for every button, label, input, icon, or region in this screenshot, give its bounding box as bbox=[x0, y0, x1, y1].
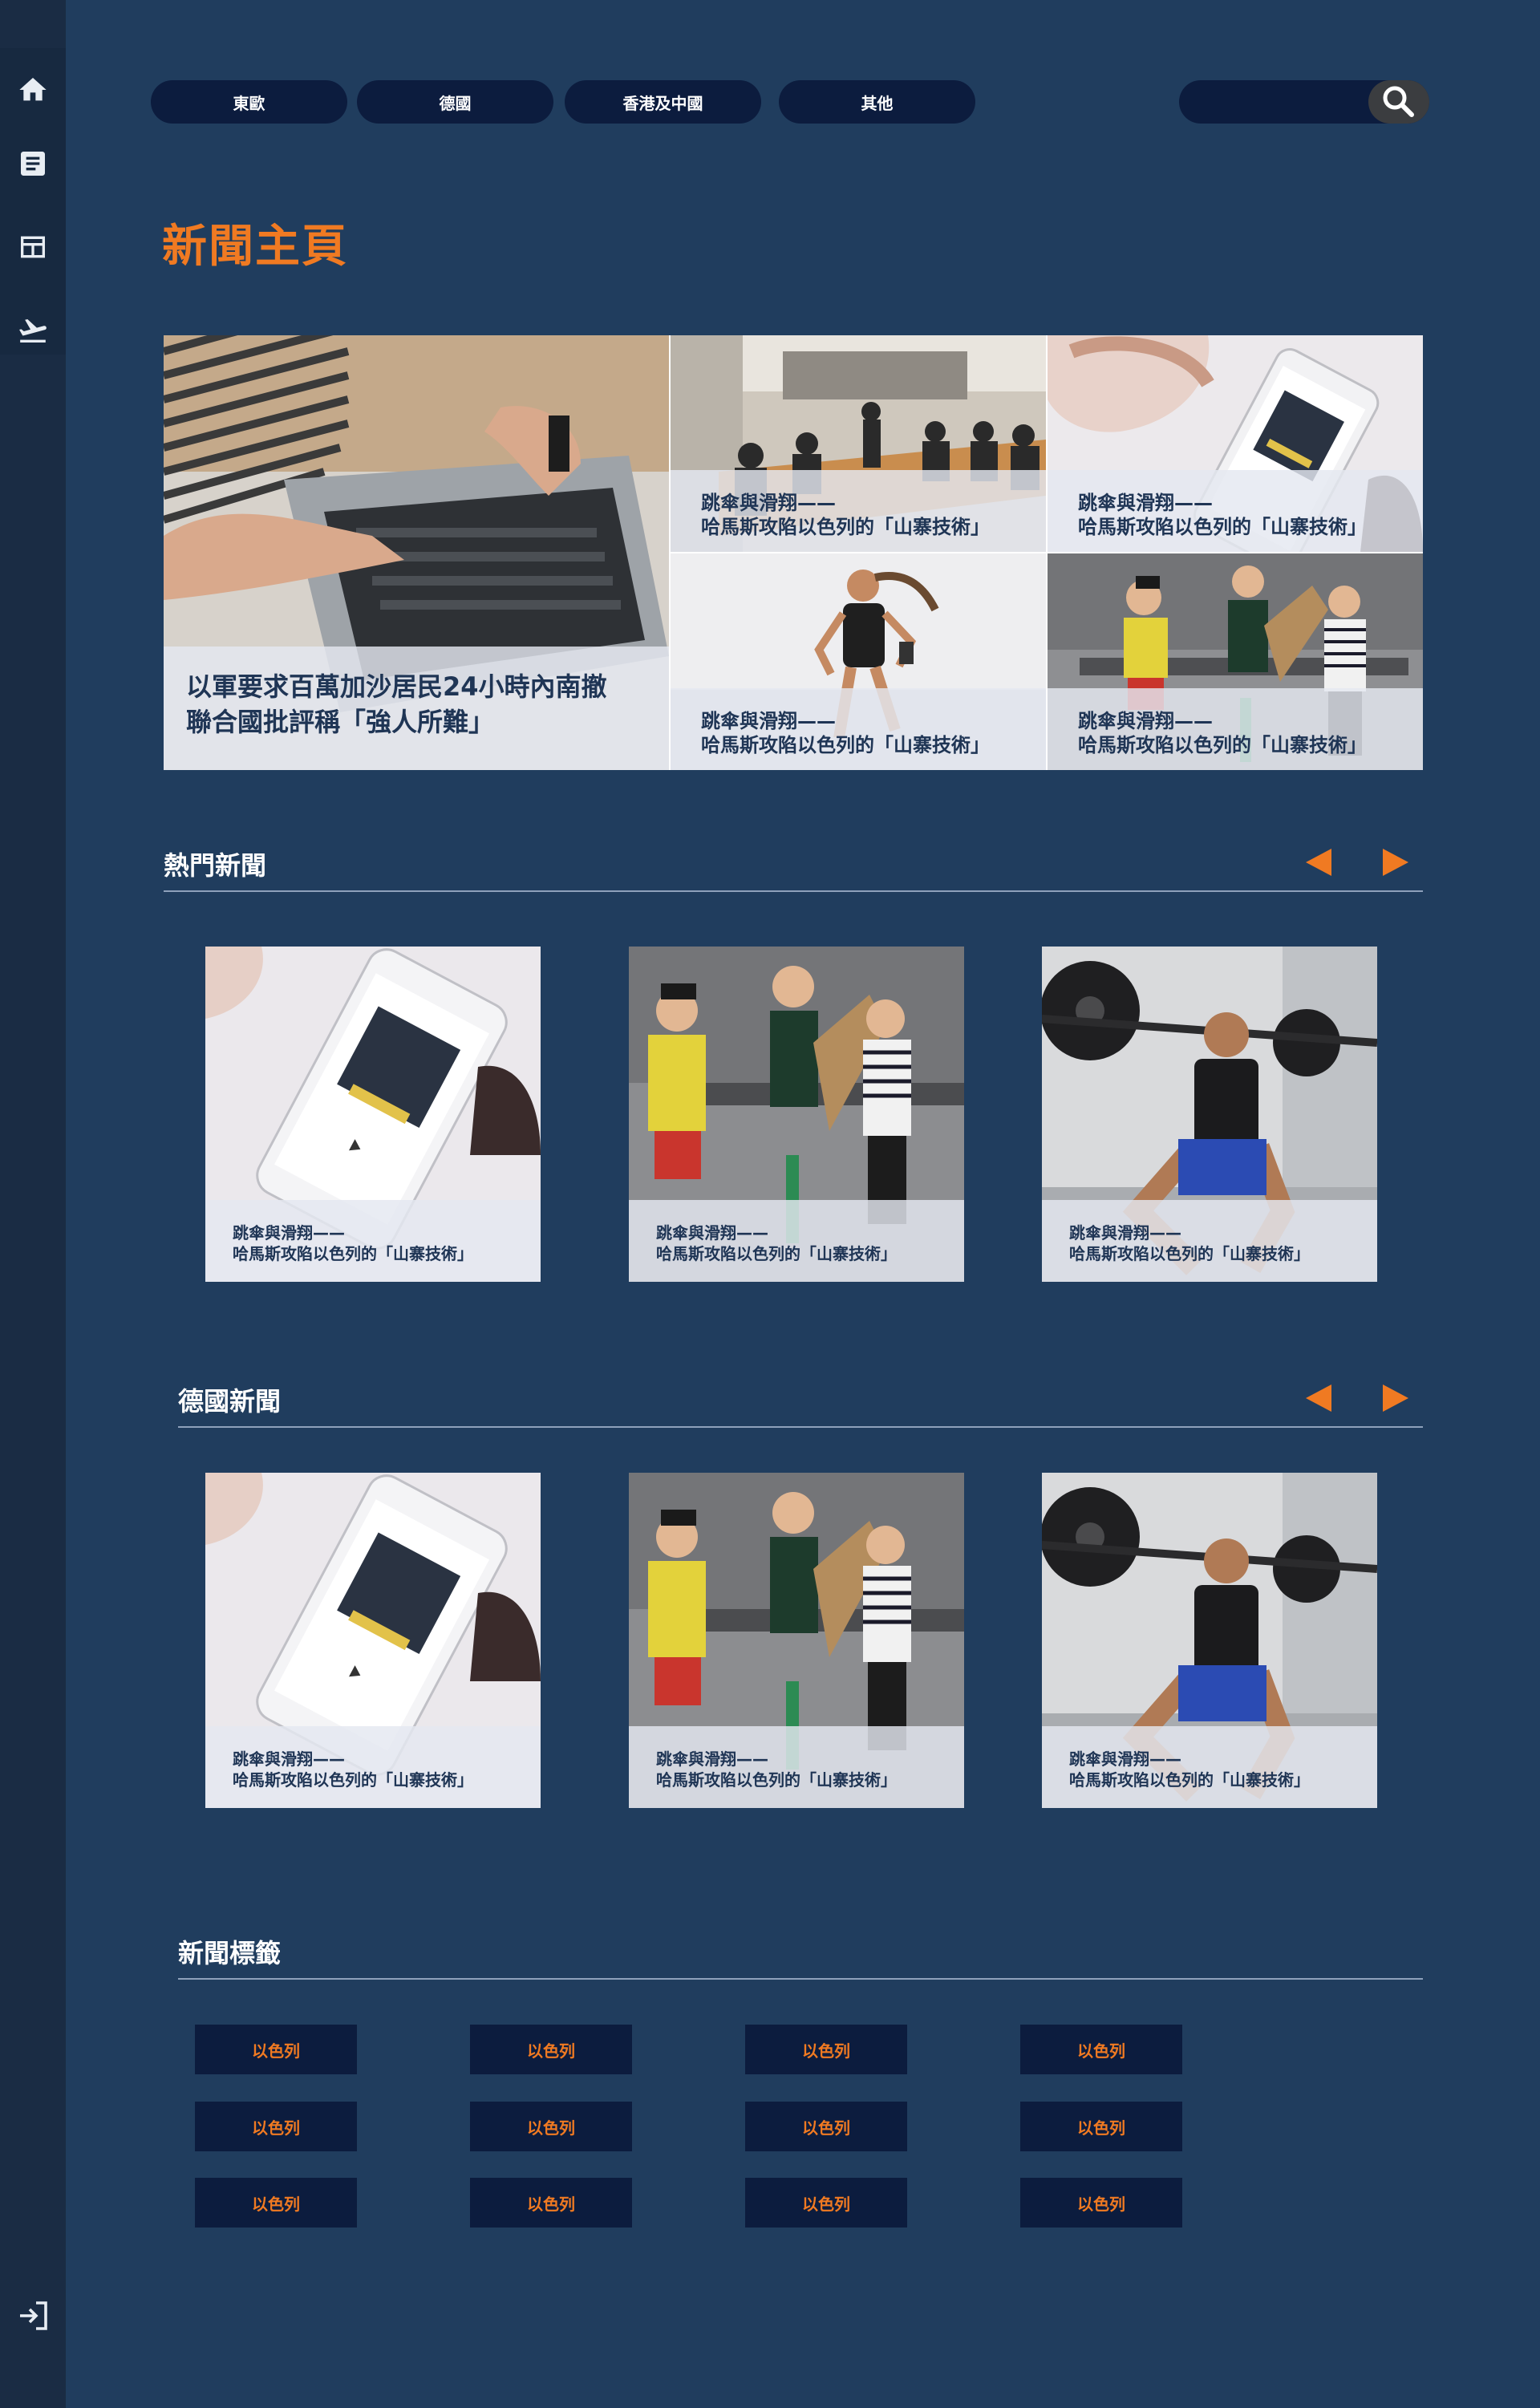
featured-story-4-line2: 哈馬斯攻陷以色列的「山寨技術」 bbox=[1078, 734, 1367, 756]
article-icon bbox=[21, 152, 45, 176]
featured-story-3-caption: 跳傘與滑翔—— 哈馬斯攻陷以色列的「山寨技術」 bbox=[671, 688, 1046, 770]
featured-story-1-line2: 哈馬斯攻陷以色列的「山寨技術」 bbox=[701, 516, 990, 538]
tag-button[interactable]: 以色列 bbox=[470, 2102, 632, 2151]
hot-news-card-line2: 哈馬斯攻陷以色列的「山寨技術」 bbox=[233, 1244, 473, 1263]
tag-button[interactable]: 以色列 bbox=[745, 2178, 907, 2228]
featured-story-3-line2: 哈馬斯攻陷以色列的「山寨技術」 bbox=[701, 734, 990, 756]
germany-news-card-line1: 跳傘與滑翔—— bbox=[656, 1749, 768, 1769]
tab-others[interactable]: 其他 bbox=[779, 80, 975, 124]
tag-button[interactable]: 以色列 bbox=[1020, 2025, 1182, 2074]
category-nav: 東歐 德國 香港及中國 其他 bbox=[151, 80, 985, 124]
hot-news-title: 熱門新聞 bbox=[164, 850, 267, 881]
germany-news-card-line2: 哈馬斯攻陷以色列的「山寨技術」 bbox=[656, 1770, 897, 1790]
logout-button[interactable] bbox=[0, 2280, 66, 2352]
germany-news-card-line2: 哈馬斯攻陷以色列的「山寨技術」 bbox=[233, 1770, 473, 1790]
tag-button[interactable]: 以色列 bbox=[195, 2102, 357, 2151]
sidebar-item-layout[interactable] bbox=[0, 205, 66, 289]
tag-button[interactable]: 以色列 bbox=[470, 2025, 632, 2074]
tab-germany[interactable]: 德國 bbox=[357, 80, 553, 124]
hot-news-header: 熱門新聞 bbox=[164, 841, 1423, 892]
germany-news-card-line1: 跳傘與滑翔—— bbox=[233, 1749, 345, 1769]
germany-news-card-line1: 跳傘與滑翔—— bbox=[1069, 1749, 1181, 1769]
hot-news-card-line1: 跳傘與滑翔—— bbox=[1069, 1223, 1181, 1243]
featured-story-1-line1: 跳傘與滑翔—— bbox=[701, 492, 836, 514]
germany-news-card[interactable]: 跳傘與滑翔—— 哈馬斯攻陷以色列的「山寨技術」 bbox=[205, 1473, 541, 1808]
sidebar-item-home[interactable] bbox=[0, 48, 66, 132]
tag-button[interactable]: 以色列 bbox=[1020, 2178, 1182, 2228]
hot-news-card-caption: 跳傘與滑翔—— 哈馬斯攻陷以色列的「山寨技術」 bbox=[629, 1200, 964, 1282]
hot-news-next-button[interactable] bbox=[1383, 849, 1408, 876]
featured-story-4-line1: 跳傘與滑翔—— bbox=[1078, 710, 1213, 732]
tag-button[interactable]: 以色列 bbox=[195, 2025, 357, 2074]
hot-news-card-line2: 哈馬斯攻陷以色列的「山寨技術」 bbox=[656, 1244, 897, 1263]
search-bar bbox=[1179, 80, 1429, 125]
featured-main-headline-line2: 聯合國批評稱「強人所難」 bbox=[186, 707, 495, 737]
sidebar-item-flight[interactable] bbox=[0, 289, 66, 372]
featured-main-caption: 以軍要求百萬加沙居民24小時內南撤 聯合國批評稱「強人所難」 bbox=[164, 647, 669, 770]
featured-story-2[interactable]: 跳傘與滑翔—— 哈馬斯攻陷以色列的「山寨技術」 bbox=[1048, 335, 1423, 552]
germany-news-header: 德國新聞 bbox=[178, 1376, 1423, 1428]
news-tags-header: 新聞標籤 bbox=[178, 1928, 1423, 1980]
featured-story-3[interactable]: 跳傘與滑翔—— 哈馬斯攻陷以色列的「山寨技術」 bbox=[671, 553, 1046, 770]
featured-news-grid: 以軍要求百萬加沙居民24小時內南撤 聯合國批評稱「強人所難」 跳傘與滑翔—— 哈… bbox=[164, 335, 1423, 770]
germany-news-prev-button[interactable] bbox=[1306, 1384, 1331, 1412]
featured-story-3-line1: 跳傘與滑翔—— bbox=[701, 710, 836, 732]
germany-news-card[interactable]: 跳傘與滑翔—— 哈馬斯攻陷以色列的「山寨技術」 bbox=[1042, 1473, 1377, 1808]
home-icon bbox=[19, 78, 47, 101]
tag-button[interactable]: 以色列 bbox=[745, 2025, 907, 2074]
germany-news-next-button[interactable] bbox=[1383, 1384, 1408, 1412]
featured-story-1-caption: 跳傘與滑翔—— 哈馬斯攻陷以色列的「山寨技術」 bbox=[671, 470, 1046, 552]
hot-news-card-line1: 跳傘與滑翔—— bbox=[656, 1223, 768, 1243]
featured-story-2-line1: 跳傘與滑翔—— bbox=[1078, 492, 1213, 514]
featured-story-2-line2: 哈馬斯攻陷以色列的「山寨技術」 bbox=[1078, 516, 1367, 538]
search-input[interactable] bbox=[1195, 80, 1359, 125]
hot-news-card-caption: 跳傘與滑翔—— 哈馬斯攻陷以色列的「山寨技術」 bbox=[205, 1200, 541, 1282]
tab-hongkong-china[interactable]: 香港及中國 bbox=[565, 80, 761, 124]
featured-story-1[interactable]: 跳傘與滑翔—— 哈馬斯攻陷以色列的「山寨技術」 bbox=[671, 335, 1046, 552]
germany-news-card-caption: 跳傘與滑翔—— 哈馬斯攻陷以色列的「山寨技術」 bbox=[1042, 1726, 1377, 1808]
sidebar-nav bbox=[0, 48, 66, 355]
germany-news-title: 德國新聞 bbox=[178, 1386, 282, 1417]
logout-icon bbox=[20, 2301, 47, 2330]
hot-news-card-line2: 哈馬斯攻陷以色列的「山寨技術」 bbox=[1069, 1244, 1310, 1263]
hot-news-card[interactable]: 跳傘與滑翔—— 哈馬斯攻陷以色列的「山寨技術」 bbox=[1042, 947, 1377, 1282]
hot-news-card[interactable]: 跳傘與滑翔—— 哈馬斯攻陷以色列的「山寨技術」 bbox=[205, 947, 541, 1282]
germany-news-card-line2: 哈馬斯攻陷以色列的「山寨技術」 bbox=[1069, 1770, 1310, 1790]
hot-news-card-line1: 跳傘與滑翔—— bbox=[233, 1223, 345, 1243]
tag-button[interactable]: 以色列 bbox=[745, 2102, 907, 2151]
featured-story-4-caption: 跳傘與滑翔—— 哈馬斯攻陷以色列的「山寨技術」 bbox=[1048, 688, 1423, 770]
flight-icon bbox=[19, 318, 47, 343]
tag-button[interactable]: 以色列 bbox=[1020, 2102, 1182, 2151]
featured-main-headline-line1: 以軍要求百萬加沙居民24小時內南撤 bbox=[186, 671, 607, 702]
tag-button[interactable]: 以色列 bbox=[195, 2178, 357, 2228]
hot-news-card-caption: 跳傘與滑翔—— 哈馬斯攻陷以色列的「山寨技術」 bbox=[1042, 1200, 1377, 1282]
germany-news-card[interactable]: 跳傘與滑翔—— 哈馬斯攻陷以色列的「山寨技術」 bbox=[629, 1473, 964, 1808]
hot-news-prev-button[interactable] bbox=[1306, 849, 1331, 876]
page-title: 新聞主頁 bbox=[162, 221, 348, 273]
germany-news-card-caption: 跳傘與滑翔—— 哈馬斯攻陷以色列的「山寨技術」 bbox=[205, 1726, 541, 1808]
layout-icon bbox=[21, 236, 45, 258]
hot-news-card[interactable]: 跳傘與滑翔—— 哈馬斯攻陷以色列的「山寨技術」 bbox=[629, 947, 964, 1282]
tag-button[interactable]: 以色列 bbox=[470, 2178, 632, 2228]
search-button[interactable] bbox=[1368, 80, 1429, 124]
search-icon bbox=[1383, 86, 1414, 117]
featured-story-4[interactable]: 跳傘與滑翔—— 哈馬斯攻陷以色列的「山寨技術」 bbox=[1048, 553, 1423, 770]
featured-story-2-caption: 跳傘與滑翔—— 哈馬斯攻陷以色列的「山寨技術」 bbox=[1048, 470, 1423, 552]
featured-main-story[interactable]: 以軍要求百萬加沙居民24小時內南撤 聯合國批評稱「強人所難」 bbox=[164, 335, 669, 770]
tab-eastern-europe[interactable]: 東歐 bbox=[151, 80, 347, 124]
sidebar bbox=[0, 0, 66, 2408]
sidebar-item-articles[interactable] bbox=[0, 122, 66, 205]
news-tags-title: 新聞標籤 bbox=[178, 1938, 282, 1968]
germany-news-card-caption: 跳傘與滑翔—— 哈馬斯攻陷以色列的「山寨技術」 bbox=[629, 1726, 964, 1808]
